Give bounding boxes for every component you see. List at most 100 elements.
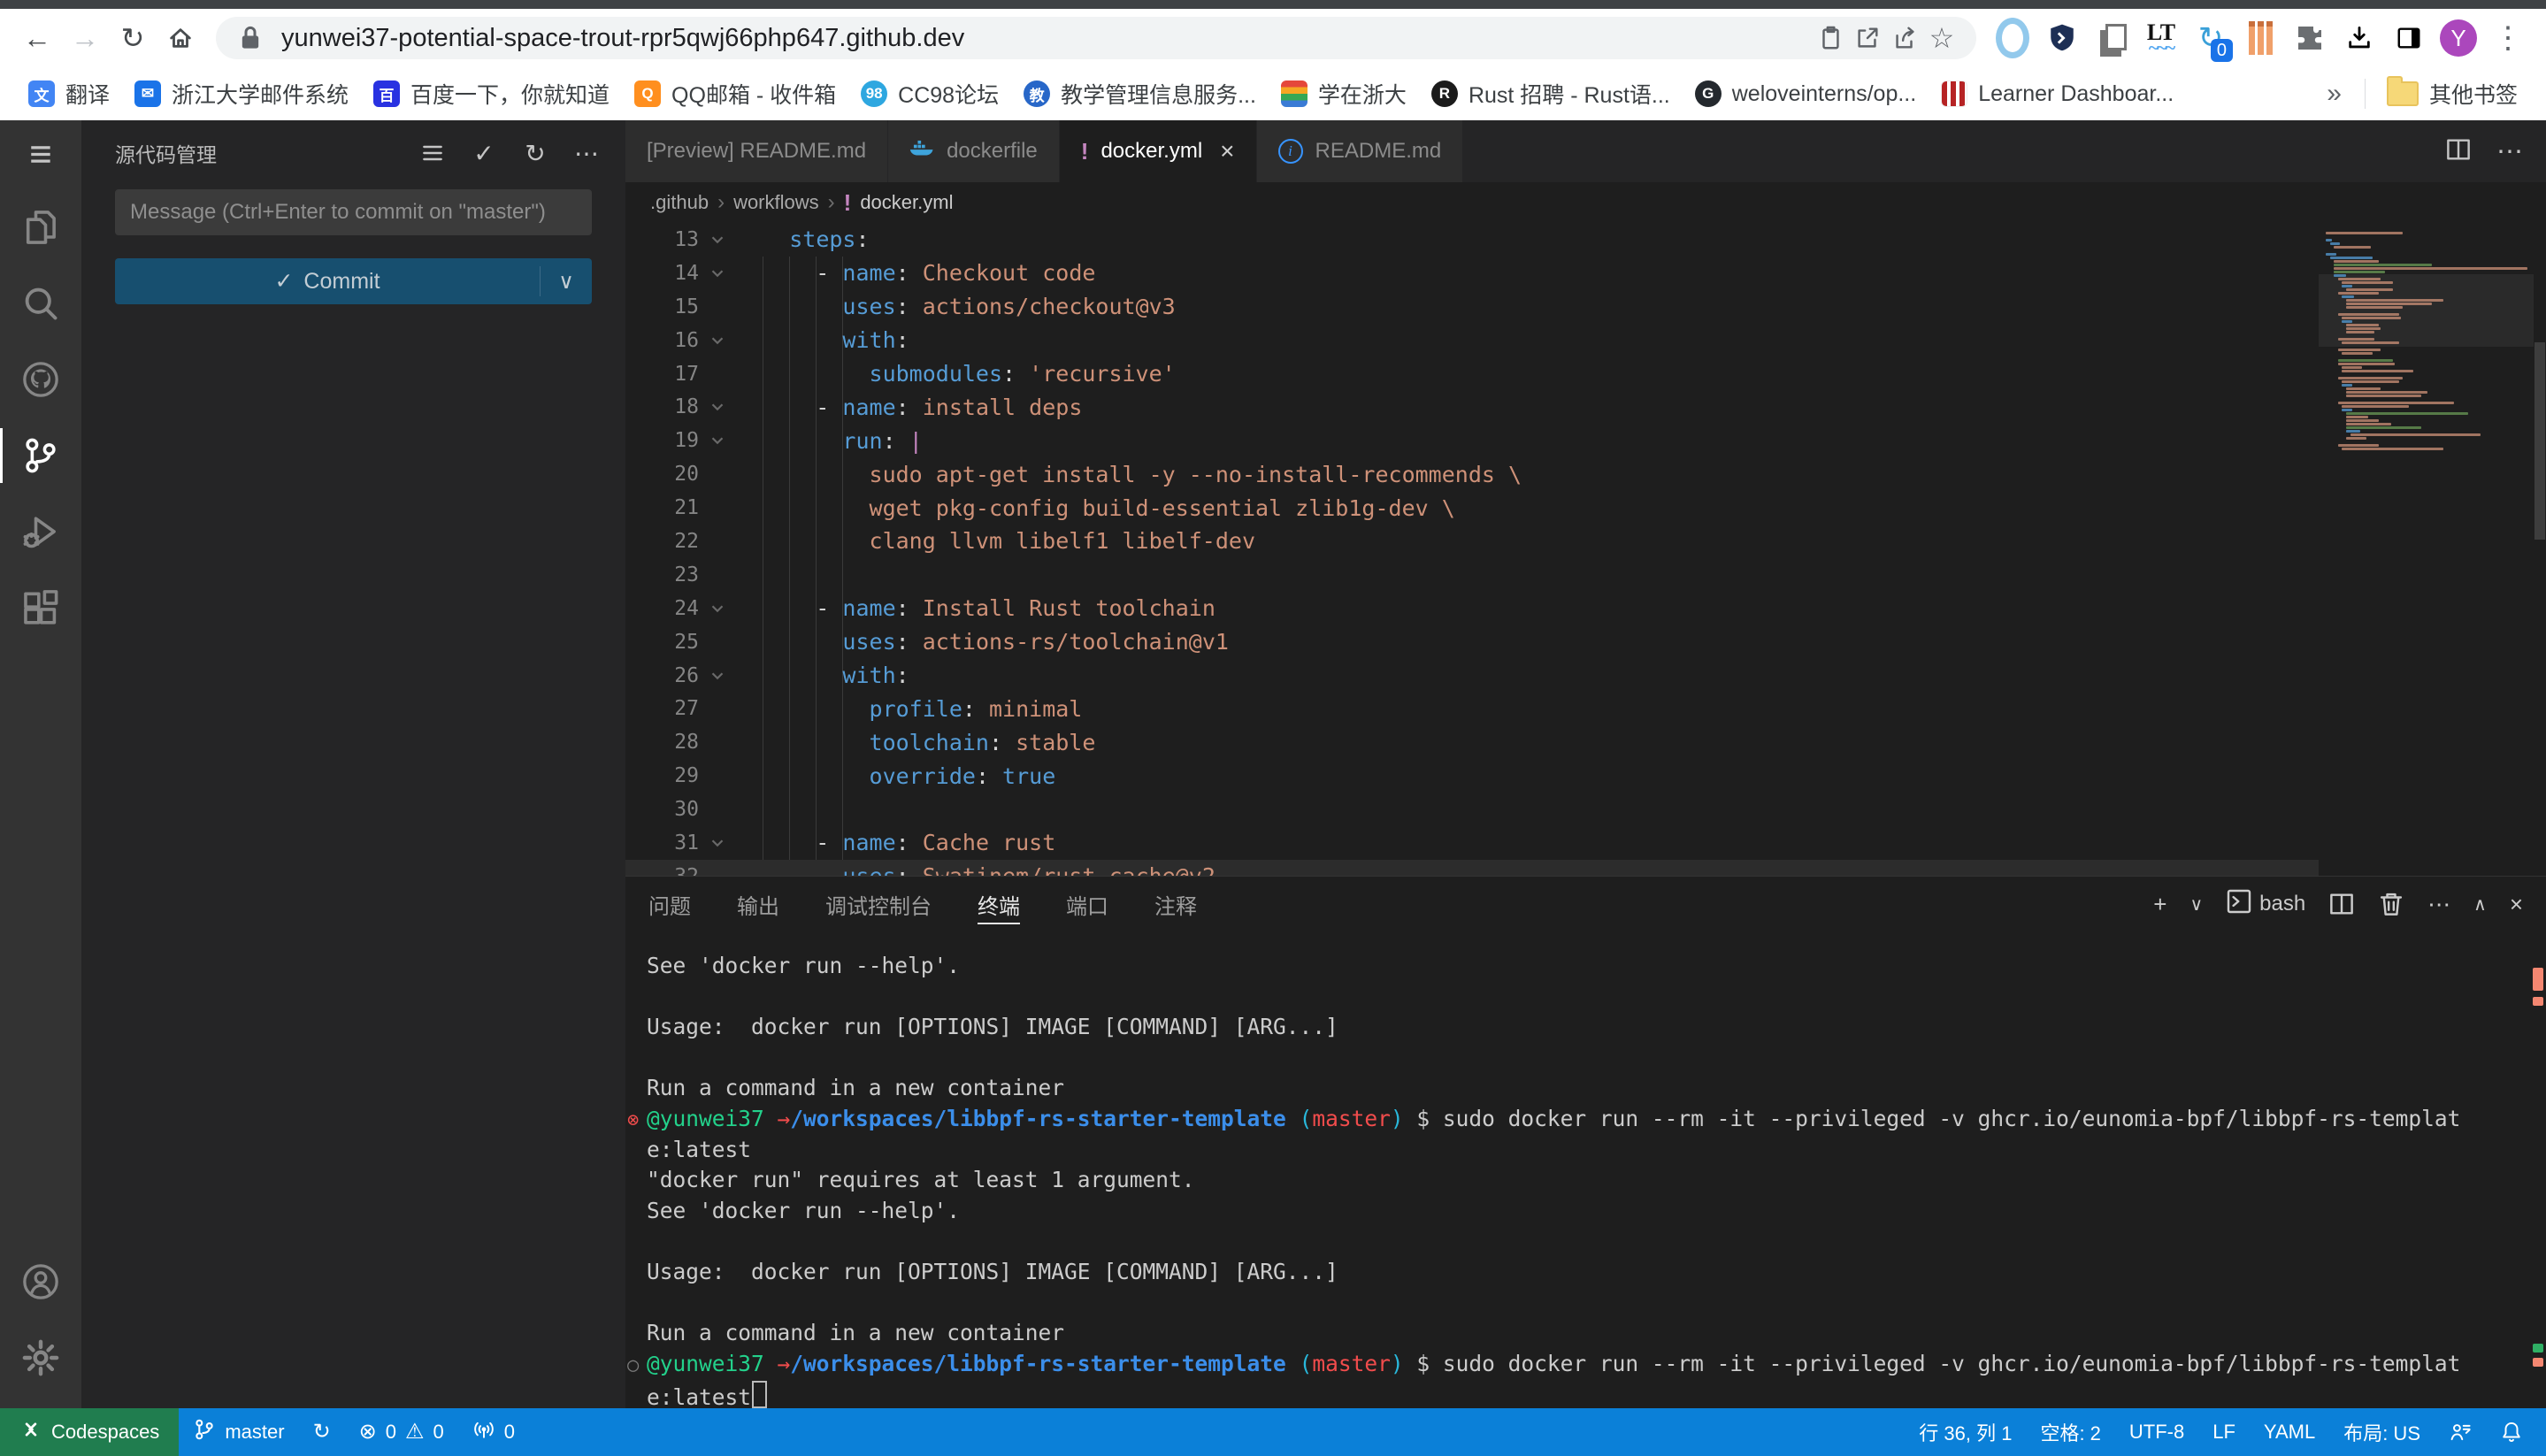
panel-more-actions-icon[interactable]: ⋯ (2427, 891, 2450, 918)
code-line[interactable]: 26 with: (625, 659, 2546, 693)
branch-indicator[interactable]: master (179, 1408, 298, 1456)
terminal-shell-item[interactable]: bash (2226, 888, 2305, 921)
editor-tab[interactable]: iREADME.md (1257, 120, 1464, 182)
editor-scrollbar[interactable] (2534, 223, 2546, 876)
language-mode[interactable]: YAML (2250, 1408, 2329, 1456)
problems-indicator[interactable]: ⊗0 ⚠0 (345, 1408, 458, 1456)
code-line[interactable]: 27 profile: minimal (625, 692, 2546, 725)
indentation-setting[interactable]: 空格: 2 (2026, 1408, 2114, 1456)
pencils-extension-icon[interactable] (2240, 18, 2281, 58)
fold-chevron-icon[interactable] (699, 833, 736, 853)
bookmark-item[interactable]: ✉浙江大学邮件系统 (122, 73, 361, 115)
code-line[interactable]: 18 - name: install deps (625, 390, 2546, 424)
profile-avatar[interactable]: Y (2438, 18, 2479, 58)
code-line[interactable]: 30 (625, 793, 2546, 826)
minimap[interactable] (2319, 223, 2534, 876)
ports-indicator[interactable]: 0 (458, 1408, 529, 1456)
bookmark-item[interactable]: 教教学管理信息服务... (1011, 73, 1269, 115)
maximize-panel-icon[interactable]: ∧ (2473, 893, 2487, 916)
code-line[interactable]: 15 uses: actions/checkout@v3 (625, 290, 2546, 324)
open-in-new-icon[interactable] (1849, 19, 1886, 57)
sidebar-item-run-debug[interactable] (0, 494, 81, 570)
code-line[interactable]: 32 uses: Swatinem/rust-cache@v2 (625, 860, 2546, 876)
bookmark-item[interactable]: Learner Dashboar... (1929, 75, 2186, 112)
fold-chevron-icon[interactable] (699, 264, 736, 283)
account-icon[interactable] (0, 1244, 81, 1320)
panel-tab[interactable]: 输出 (737, 877, 779, 931)
menu-hamburger-icon[interactable]: ≡ (0, 120, 81, 189)
sidebar-item-extensions[interactable] (0, 570, 81, 646)
back-icon[interactable]: ← (18, 19, 57, 57)
split-terminal-icon[interactable] (2328, 891, 2355, 917)
browser-menu-kebab-icon[interactable]: ⋮ (2488, 18, 2528, 58)
notifications-bell-icon[interactable] (2486, 1408, 2537, 1456)
kill-terminal-icon[interactable] (2378, 891, 2404, 917)
refresh-icon[interactable]: ↻ (521, 139, 549, 167)
code-editor[interactable]: 13 steps:14 - name: Checkout code15 uses… (625, 223, 2546, 876)
code-line[interactable]: 28 toolchain: stable (625, 725, 2546, 759)
downloads-icon[interactable] (2339, 18, 2380, 58)
bookmark-item[interactable]: Gweloveinterns/op... (1683, 75, 1929, 112)
encoding-setting[interactable]: UTF-8 (2115, 1408, 2198, 1456)
code-line[interactable]: 23 (625, 558, 2546, 592)
commit-dropdown-chevron-icon[interactable]: ∨ (541, 269, 592, 295)
split-editor-icon[interactable] (2445, 136, 2472, 167)
terminal-output[interactable]: See 'docker run --help'.Usage: docker ru… (625, 931, 2546, 1409)
keyboard-layout[interactable]: 布局: US (2329, 1408, 2435, 1456)
bookmark-item[interactable]: 学在浙大 (1269, 73, 1419, 115)
panel-tab[interactable]: 注释 (1154, 877, 1197, 931)
home-icon[interactable] (161, 19, 200, 57)
commit-message-input[interactable] (115, 189, 592, 235)
breadcrumb[interactable]: .github › workflows › ! docker.yml (625, 182, 2546, 223)
fold-chevron-icon[interactable] (699, 230, 736, 249)
bookmark-star-icon[interactable]: ☆ (1923, 19, 1960, 57)
commit-check-icon[interactable]: ✓ (470, 139, 498, 167)
bookmark-item[interactable]: RRust 招聘 - Rust语... (1419, 73, 1683, 115)
code-line[interactable]: 21 wget pkg-config build-essential zlib1… (625, 491, 2546, 525)
code-line[interactable]: 29 override: true (625, 759, 2546, 793)
sync-extension-icon[interactable]: ↻0 (2190, 18, 2231, 58)
fold-chevron-icon[interactable] (699, 397, 736, 417)
other-bookmarks-button[interactable]: 其他书签 (2374, 73, 2530, 115)
panel-tab[interactable]: 终端 (978, 877, 1020, 931)
reload-icon[interactable]: ↻ (113, 19, 152, 57)
bookmark-item[interactable]: 文翻译 (16, 73, 122, 115)
sidebar-item-explorer[interactable] (0, 189, 81, 265)
fold-chevron-icon[interactable] (699, 331, 736, 350)
panel-tab[interactable]: 调试控制台 (825, 877, 932, 931)
code-line[interactable]: 25 uses: actions-rs/toolchain@v1 (625, 625, 2546, 659)
languagetool-icon[interactable]: LT~~~ (2141, 18, 2182, 58)
commit-button[interactable]: ✓Commit ∨ (115, 258, 592, 304)
bookmark-item[interactable]: 百百度一下，你就知道 (361, 73, 622, 115)
code-line[interactable]: 19 run: | (625, 424, 2546, 457)
new-terminal-icon[interactable]: + (2153, 891, 2166, 918)
code-line[interactable]: 16 with: (625, 324, 2546, 357)
view-list-icon[interactable] (418, 139, 447, 167)
extensions-puzzle-icon[interactable] (2289, 18, 2330, 58)
code-line[interactable]: 24 - name: Install Rust toolchain (625, 592, 2546, 625)
fold-chevron-icon[interactable] (699, 666, 736, 686)
close-panel-icon[interactable]: × (2510, 891, 2523, 918)
editor-tab[interactable]: dockerfile (888, 120, 1060, 182)
extension-copy-icon[interactable] (2091, 18, 2132, 58)
code-line[interactable]: 31 - name: Cache rust (625, 826, 2546, 860)
remote-indicator[interactable]: Codespaces (0, 1408, 179, 1456)
code-line[interactable]: 13 steps: (625, 223, 2546, 257)
bookmark-item[interactable]: 98CC98论坛 (848, 73, 1011, 115)
clipboard-icon[interactable] (1812, 19, 1849, 57)
forward-icon[interactable]: → (65, 19, 104, 57)
code-line[interactable]: 17 submodules: 'recursive' (625, 357, 2546, 391)
sidebar-item-search[interactable] (0, 265, 81, 341)
more-actions-icon[interactable]: ⋯ (572, 139, 601, 167)
fold-chevron-icon[interactable] (699, 431, 736, 450)
panel-tab[interactable]: 端口 (1066, 877, 1108, 931)
url-text[interactable]: yunwei37-potential-space-trout-rpr5qwj66… (281, 24, 1812, 53)
fold-chevron-icon[interactable] (699, 599, 736, 618)
sidebar-item-github[interactable] (0, 341, 81, 418)
share-icon[interactable] (1886, 19, 1923, 57)
editor-more-actions-icon[interactable]: ⋯ (2496, 136, 2523, 167)
code-line[interactable]: 14 - name: Checkout code (625, 257, 2546, 290)
editor-tab[interactable]: !docker.yml× (1060, 120, 1257, 182)
sidebar-item-source-control[interactable] (0, 418, 81, 494)
address-bar[interactable]: yunwei37-potential-space-trout-rpr5qwj66… (216, 17, 1976, 59)
